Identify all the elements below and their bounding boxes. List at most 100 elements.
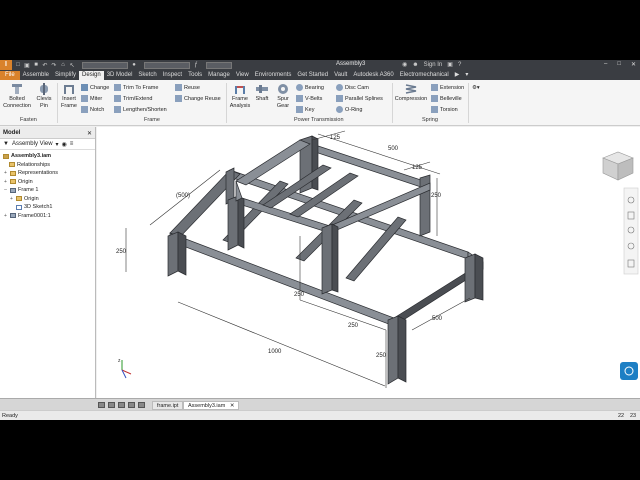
ribbon-dropdown-icon[interactable]: ▾ xyxy=(462,71,471,80)
belleville-spring-button[interactable]: Belleville xyxy=(431,94,462,103)
dim-upper-height[interactable]: 250 xyxy=(431,193,442,199)
parallel-splines-button[interactable]: Parallel Splines xyxy=(336,94,383,103)
torsion-spring-button[interactable]: Torsion xyxy=(431,105,458,114)
tab-electromechanical[interactable]: Electromechanical xyxy=(397,71,452,80)
tree-item-representations[interactable]: + Representations xyxy=(0,169,95,178)
chevron-down-icon[interactable]: ▾ xyxy=(56,141,59,148)
doc-tab-assembly[interactable]: Assembly3.iam ✕ xyxy=(183,401,240,410)
disc-cam-button[interactable]: Disc Cam xyxy=(336,83,369,92)
dim-front-length[interactable]: 1000 xyxy=(268,349,282,355)
windows-icon[interactable] xyxy=(128,402,135,408)
graphics-viewport[interactable]: .fl { fill:#6c7076; stroke:#2a2c30; stro… xyxy=(97,127,640,409)
dim-back-height[interactable]: 250 xyxy=(294,292,305,298)
tab-view[interactable]: View xyxy=(233,71,252,80)
app-logo[interactable]: I xyxy=(0,60,12,70)
frame-analysis-button[interactable]: Frame Analysis xyxy=(229,83,251,109)
tree-item-frame0001[interactable]: + Frame0001:1 xyxy=(0,212,95,221)
trim-extend-button[interactable]: Trim/Extend xyxy=(114,94,152,103)
menu-icon[interactable]: ≡ xyxy=(70,141,74,147)
tab-3d-model[interactable]: 3D Model xyxy=(104,71,136,80)
tab-assemble[interactable]: Assemble xyxy=(20,71,52,80)
o-ring-button[interactable]: O-Ring xyxy=(336,105,362,114)
key-button[interactable]: Key xyxy=(296,105,314,114)
video-icon[interactable]: ▶ xyxy=(452,71,463,80)
app-badge-icon[interactable] xyxy=(620,362,638,380)
expand-icon[interactable]: + xyxy=(3,179,8,185)
dim-right-depth[interactable]: 500 xyxy=(432,316,443,322)
color-icon[interactable]: ● xyxy=(131,62,137,68)
tree-item-frame-1[interactable]: – Frame 1 xyxy=(0,186,95,195)
tree-item-origin[interactable]: + Origin xyxy=(0,178,95,187)
question-icon[interactable]: ? xyxy=(458,62,461,68)
qa-extra-dropdown[interactable] xyxy=(206,61,232,69)
minimize-button[interactable]: – xyxy=(604,61,607,68)
new-icon[interactable]: □ xyxy=(15,62,21,68)
tab-get-started[interactable]: Get Started xyxy=(294,71,331,80)
search-icon[interactable]: ◉ xyxy=(62,141,67,148)
assembly-view-dropdown[interactable]: Assembly View xyxy=(12,141,53,147)
dim-top-right[interactable]: 125 xyxy=(412,165,423,171)
expand-icon[interactable]: + xyxy=(3,213,8,219)
spur-gear-button[interactable]: Spur Gear xyxy=(274,83,292,109)
notch-button[interactable]: Notch xyxy=(81,105,104,114)
miter-button[interactable]: Miter xyxy=(81,94,102,103)
tile-icon[interactable] xyxy=(98,402,105,408)
dim-top-width[interactable]: 500 xyxy=(388,146,399,152)
doc-tab-frame[interactable]: frame.ipt xyxy=(152,401,184,410)
undo-icon[interactable]: ↶ xyxy=(42,62,48,69)
dim-right-height[interactable]: 250 xyxy=(376,353,387,359)
dim-top-left[interactable]: 125 xyxy=(330,135,341,141)
cart-icon[interactable]: ▣ xyxy=(447,61,453,68)
view-cube-icon[interactable] xyxy=(602,151,634,181)
tab-manage[interactable]: Manage xyxy=(205,71,233,80)
cascade-icon[interactable] xyxy=(108,402,115,408)
trim-to-frame-button[interactable]: Trim To Frame xyxy=(114,83,158,92)
tab-environments[interactable]: Environments xyxy=(252,71,295,80)
tab-autodesk-a360[interactable]: Autodesk A360 xyxy=(350,71,396,80)
reuse-button[interactable]: Reuse xyxy=(175,83,200,92)
tab-file[interactable]: File xyxy=(0,71,20,80)
tab-vault[interactable]: Vault xyxy=(331,71,350,80)
collapse-icon[interactable]: – xyxy=(3,187,8,193)
redo-icon[interactable]: ↷ xyxy=(51,62,57,69)
binoculars-icon[interactable]: ◉ xyxy=(402,61,407,68)
change-button[interactable]: Change xyxy=(81,83,109,92)
fx-icon[interactable]: ƒ xyxy=(193,62,199,68)
frame-model-canvas[interactable]: .fl { fill:#6c7076; stroke:#2a2c30; stro… xyxy=(97,127,640,409)
save-icon[interactable]: ■ xyxy=(33,62,39,68)
dim-left-depth[interactable]: (500) xyxy=(176,193,190,199)
material-dropdown[interactable] xyxy=(82,61,128,69)
maximize-button[interactable]: □ xyxy=(617,61,621,68)
change-reuse-button[interactable]: Change Reuse xyxy=(175,94,221,103)
v-belts-button[interactable]: V-Belts xyxy=(296,94,322,103)
tab-sketch[interactable]: Sketch xyxy=(135,71,159,80)
extension-spring-button[interactable]: Extension xyxy=(431,83,464,92)
arrange-icon[interactable] xyxy=(118,402,125,408)
list-icon[interactable] xyxy=(138,402,145,408)
appearance-dropdown[interactable] xyxy=(144,61,190,69)
tab-tools[interactable]: Tools xyxy=(185,71,205,80)
tree-item-assembly[interactable]: Assembly3.iam xyxy=(0,152,95,161)
insert-frame-button[interactable]: Insert Frame xyxy=(59,83,79,109)
browser-close-icon[interactable]: ✕ xyxy=(87,130,95,138)
sign-in-button[interactable]: Sign In xyxy=(424,62,443,68)
shaft-button[interactable]: Shaft xyxy=(253,83,271,103)
dim-lower-height-left[interactable]: 250 xyxy=(116,249,127,255)
tree-item-3d-sketch[interactable]: 3D Sketch1 xyxy=(0,203,95,212)
compression-spring-button[interactable]: Compression xyxy=(394,83,428,103)
close-icon[interactable]: ✕ xyxy=(230,403,235,409)
tree-item-frame-origin[interactable]: + Origin xyxy=(0,195,95,204)
select-icon[interactable]: ↖ xyxy=(69,62,75,69)
open-icon[interactable]: ▣ xyxy=(24,62,30,69)
lengthen-shorten-button[interactable]: Lengthen/Shorten xyxy=(114,105,167,114)
bearing-button[interactable]: Bearing xyxy=(296,83,324,92)
expand-icon[interactable]: + xyxy=(9,196,14,202)
dim-mid-width[interactable]: 250 xyxy=(348,323,359,329)
ribbon-options-button[interactable]: ⚙▾ xyxy=(472,83,480,92)
user-icon[interactable]: ☻ xyxy=(412,62,418,68)
tab-simplify[interactable]: Simplify xyxy=(52,71,79,80)
filter-icon[interactable]: ▼ xyxy=(3,141,9,147)
tab-inspect[interactable]: Inspect xyxy=(160,71,185,80)
clevis-pin-button[interactable]: Clevis Pin xyxy=(33,83,55,109)
home-icon[interactable]: ⌂ xyxy=(60,62,66,68)
